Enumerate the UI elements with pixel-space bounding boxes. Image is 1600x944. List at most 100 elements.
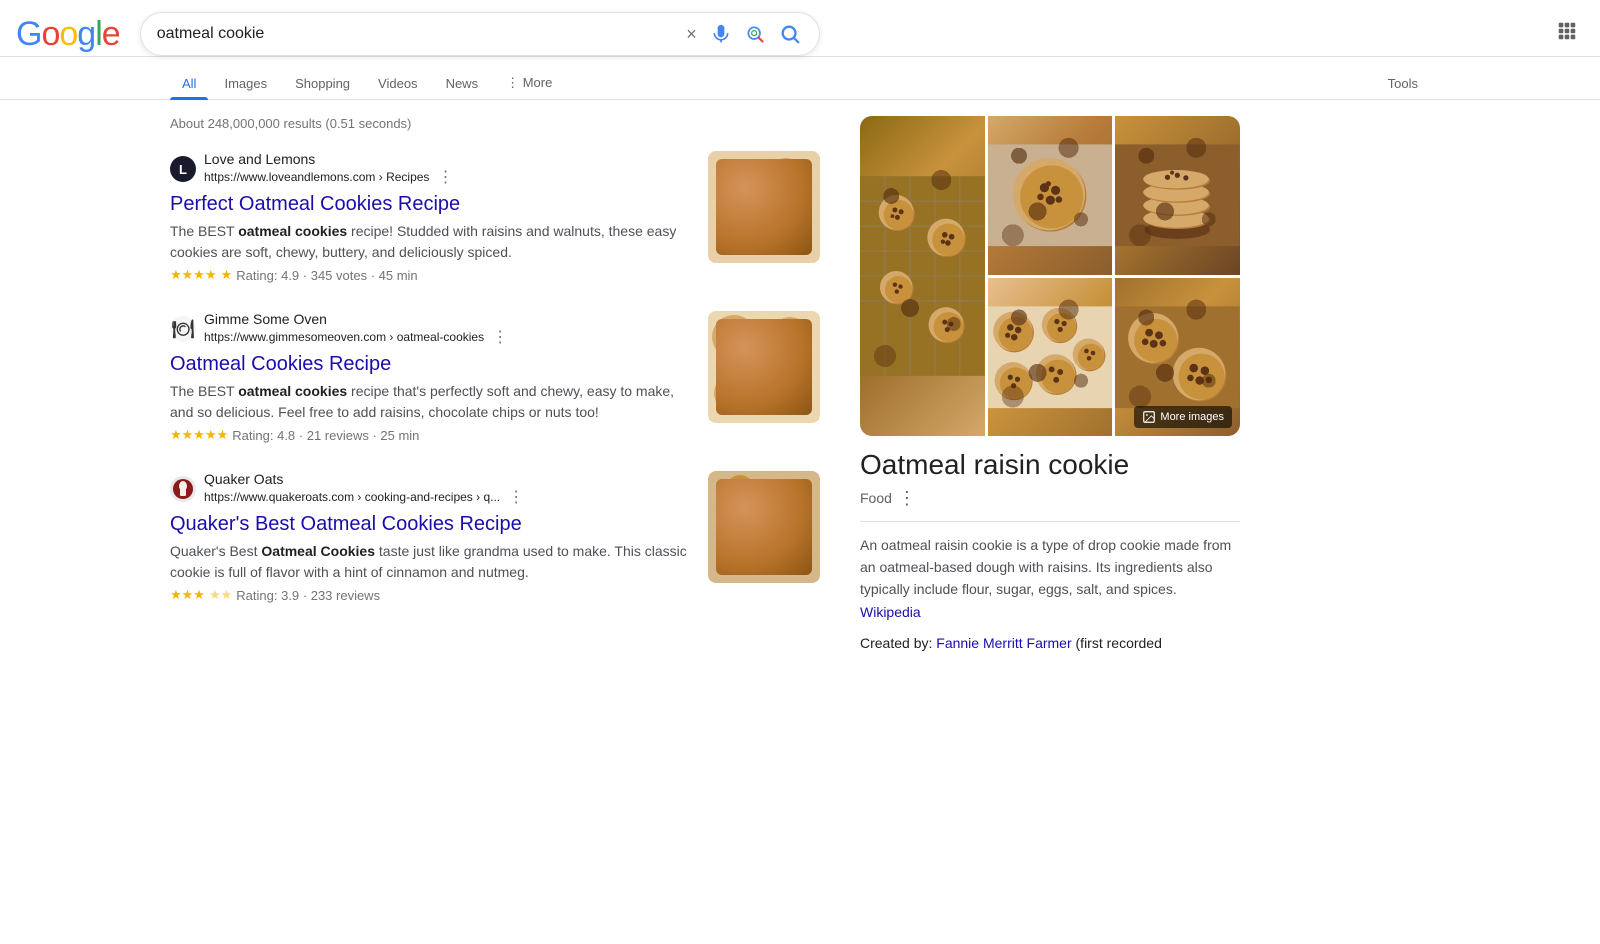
result-site-name: Love and Lemons [204,151,455,167]
result-more-button[interactable]: ⋮ [490,327,510,347]
kp-cookie-svg-4 [988,278,1113,437]
result-url-row: https://www.quakeroats.com › cooking-and… [204,487,526,507]
more-images-label: More images [1160,411,1224,423]
tab-all[interactable]: All [170,68,208,99]
result-desc: The BEST oatmeal cookies recipe that's p… [170,381,692,423]
result-thumbnail [708,151,820,263]
wikipedia-link[interactable]: Wikipedia [860,604,921,620]
result-item: 🍽 Gimme Some Oven https://www.gimmesomeo… [170,311,820,443]
header: Google × [0,0,1600,57]
star-half: ★ [221,267,233,283]
logo-g2: g [77,15,95,53]
more-images-button[interactable]: More images [1134,406,1232,428]
kp-cookie-svg-3 [1115,116,1240,275]
result-favicon [170,476,196,502]
kp-image-4[interactable] [988,278,1113,437]
tab-shopping[interactable]: Shopping [283,68,362,99]
kp-created-by-label: Created by: [860,635,932,651]
result-url: https://www.gimmesomeoven.com › oatmeal-… [204,330,484,344]
mic-icon [711,24,731,44]
result-site-name: Quaker Oats [204,471,526,487]
google-logo: Google [16,15,120,54]
result-thumbnail [708,471,820,583]
logo-o2: o [59,15,77,53]
clear-button[interactable]: × [684,22,699,47]
result-main: L Love and Lemons https://www.loveandlem… [170,151,692,283]
knowledge-panel: More images Oatmeal raisin cookie Food ⋮… [860,116,1240,655]
tab-images[interactable]: Images [212,68,279,99]
stars: ★★★ [170,587,205,603]
kp-created-by-suffix: (first recorded [1076,635,1162,651]
result-more-button[interactable]: ⋮ [435,167,455,187]
kp-cookie-svg-1 [860,116,985,436]
search-icon [779,23,801,45]
search-button[interactable] [777,21,803,47]
result-url: https://www.loveandlemons.com › Recipes [204,170,429,184]
result-title[interactable]: Perfect Oatmeal Cookies Recipe [170,191,692,217]
result-site-info: Love and Lemons https://www.loveandlemon… [204,151,455,187]
kp-image-2[interactable] [988,116,1113,275]
cookie-image-1 [708,151,820,263]
kp-images: More images [860,116,1240,436]
search-bar: × [140,12,820,56]
result-url-row: https://www.loveandlemons.com › Recipes … [204,167,455,187]
result-url-row: https://www.gimmesomeoven.com › oatmeal-… [204,327,510,347]
result-site-info: Gimme Some Oven https://www.gimmesomeove… [204,311,510,347]
result-rating: ★★★★★ Rating: 3.9 · 233 reviews [170,587,692,603]
main-content: About 248,000,000 results (0.51 seconds)… [0,100,1600,655]
mic-button[interactable] [709,22,733,46]
kp-title: Oatmeal raisin cookie [860,448,1240,482]
result-site-info: Quaker Oats https://www.quakeroats.com ›… [204,471,526,507]
result-desc-bold: Oatmeal Cookies [261,543,375,559]
kp-divider [860,521,1240,522]
result-desc: The BEST oatmeal cookies recipe! Studded… [170,221,692,263]
result-title[interactable]: Oatmeal Cookies Recipe [170,351,692,377]
tab-videos[interactable]: Videos [366,68,430,99]
result-item: L Love and Lemons https://www.loveandlem… [170,151,820,283]
result-item: Quaker Oats https://www.quakeroats.com ›… [170,471,820,603]
kp-category-row: Food ⋮ [860,488,1240,509]
apps-button[interactable] [1550,14,1584,54]
kp-image-1[interactable] [860,116,985,436]
kp-cookie-svg-2 [988,116,1113,275]
kp-fact-row: Created by: Fannie Merritt Farmer (first… [860,631,1240,655]
result-more-button[interactable]: ⋮ [506,487,526,507]
results-count: About 248,000,000 results (0.51 seconds) [170,116,820,131]
rating-text: Rating: 4.9 · 345 votes · 45 min [236,268,417,283]
kp-image-5[interactable]: More images [1115,278,1240,437]
result-rating: ★★★★★ Rating: 4.9 · 345 votes · 45 min [170,267,692,283]
result-main: 🍽 Gimme Some Oven https://www.gimmesomeo… [170,311,692,443]
logo-e: e [102,15,120,53]
kp-category: Food [860,490,892,506]
results-column: About 248,000,000 results (0.51 seconds)… [170,116,820,655]
tab-more[interactable]: ⋮ More [494,67,564,99]
result-favicon: 🍽 [170,316,196,342]
rating-text: Rating: 4.8 · 21 reviews · 25 min [232,428,419,443]
result-thumbnail [708,311,820,423]
tools-button[interactable]: Tools [1376,68,1430,99]
lens-button[interactable] [743,22,767,46]
result-rating: ★★★★★ Rating: 4.8 · 21 reviews · 25 min [170,427,692,443]
result-meta: L Love and Lemons https://www.loveandlem… [170,151,692,187]
search-input[interactable] [157,25,674,43]
result-site-name: Gimme Some Oven [204,311,510,327]
kp-options-button[interactable]: ⋮ [898,488,916,509]
kp-description: An oatmeal raisin cookie is a type of dr… [860,534,1240,624]
kp-image-3[interactable] [1115,116,1240,275]
star-empty: ★★ [209,587,232,603]
nav-tabs: All Images Shopping Videos News ⋮ More T… [0,61,1600,100]
result-url: https://www.quakeroats.com › cooking-and… [204,490,500,504]
search-icon-group: × [684,21,803,47]
logo-g: G [16,15,41,53]
result-main: Quaker Oats https://www.quakeroats.com ›… [170,471,692,603]
result-title[interactable]: Quaker's Best Oatmeal Cookies Recipe [170,511,692,537]
kp-created-by-value[interactable]: Fannie Merritt Farmer [936,635,1071,651]
tab-news[interactable]: News [434,68,491,99]
result-meta: Quaker Oats https://www.quakeroats.com ›… [170,471,692,507]
image-icon [1142,410,1156,424]
stars: ★★★★ [170,267,217,283]
quaker-icon [172,478,194,500]
apps-icon [1556,20,1578,42]
stars: ★★★★★ [170,427,228,443]
result-desc-bold: oatmeal cookies [238,383,347,399]
